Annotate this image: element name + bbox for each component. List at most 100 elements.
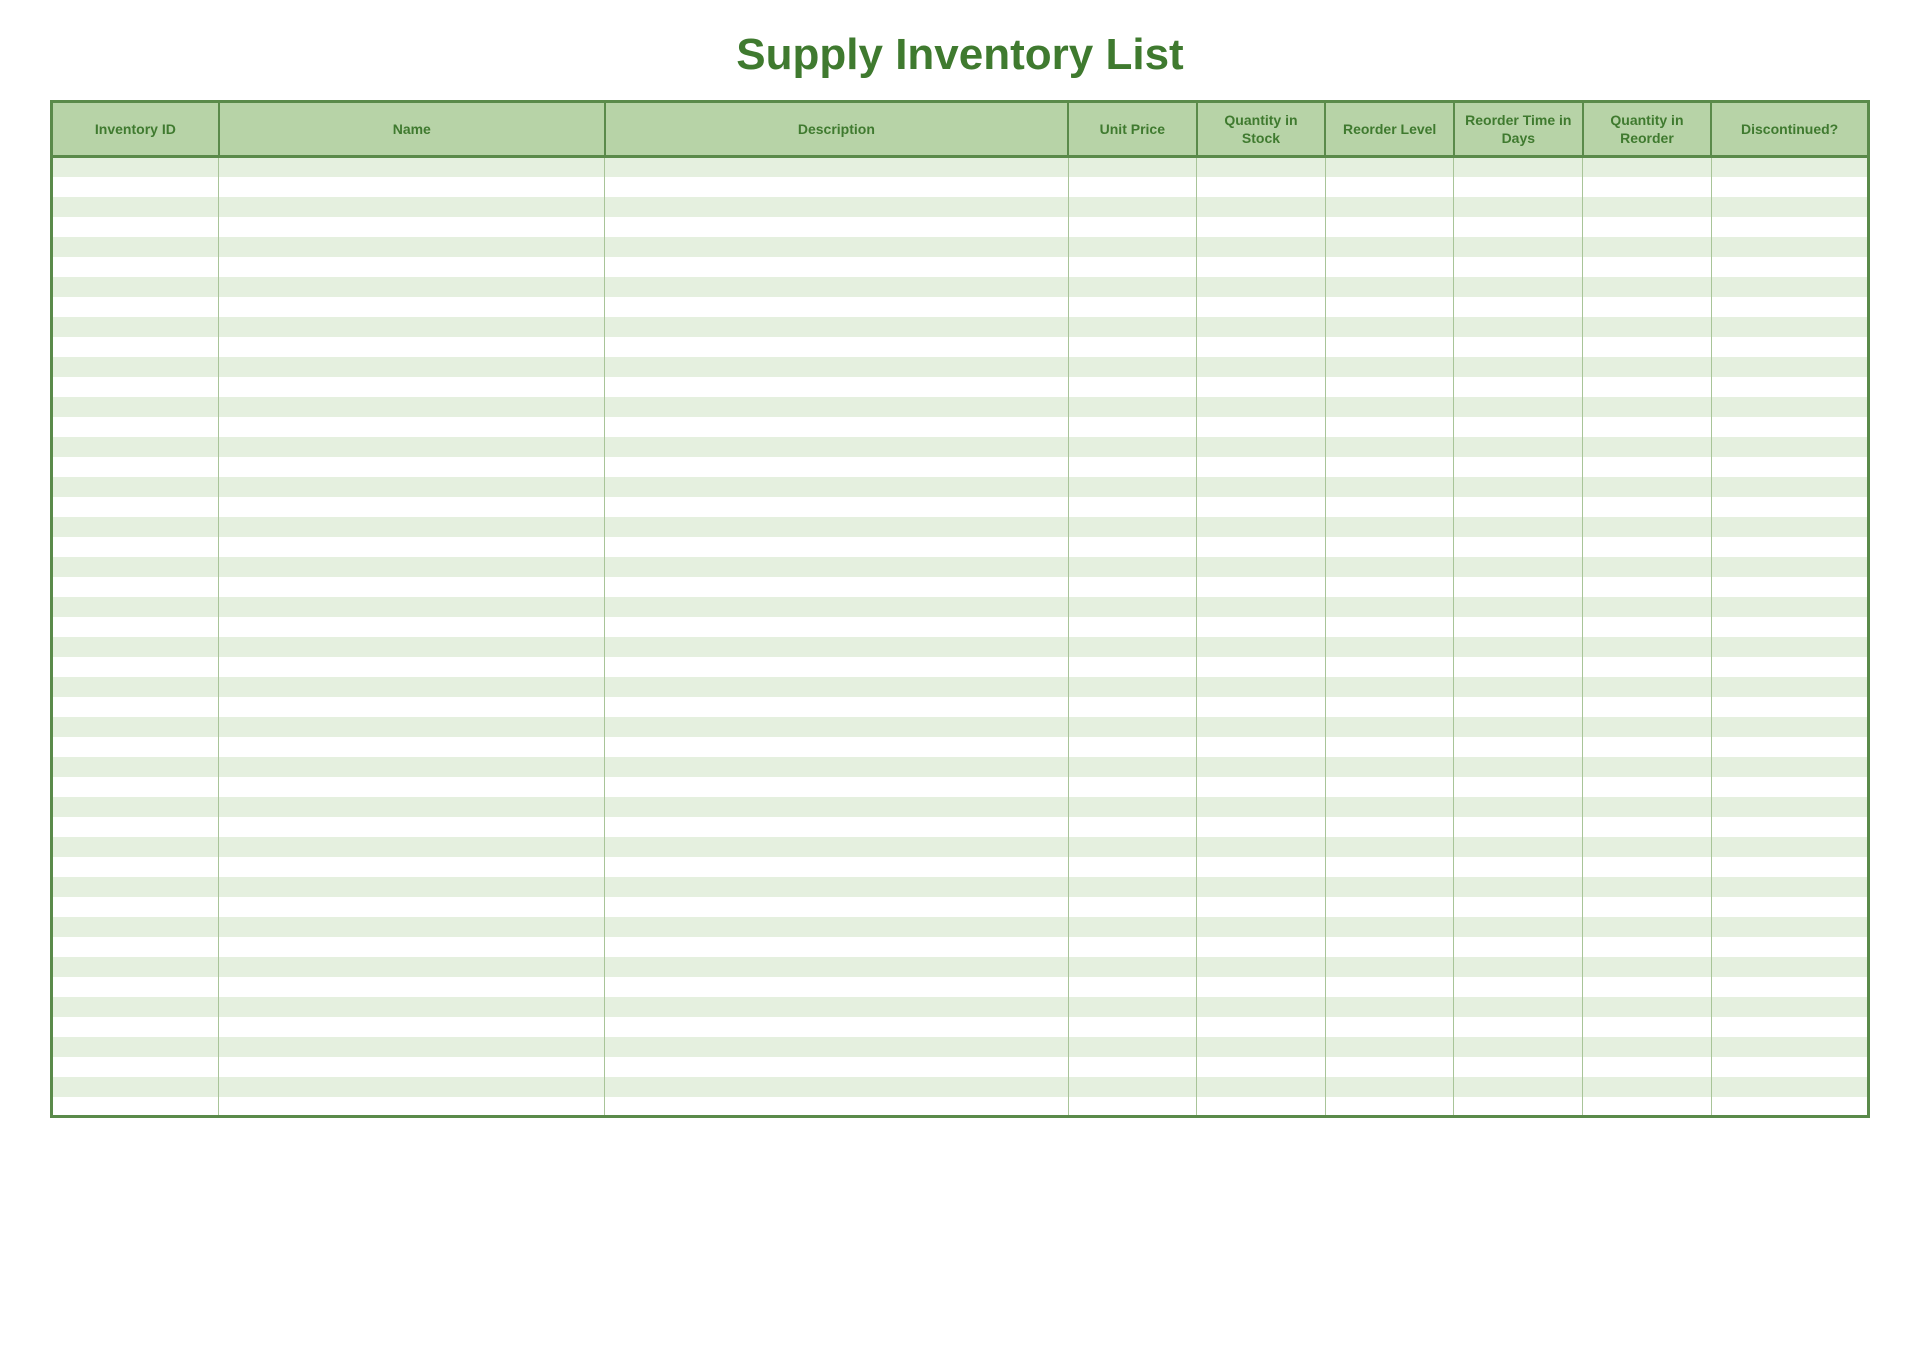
table-cell[interactable] [1583, 977, 1712, 997]
table-cell[interactable] [1325, 177, 1454, 197]
table-cell[interactable] [219, 1097, 605, 1117]
table-cell[interactable] [605, 277, 1068, 297]
table-cell[interactable] [219, 317, 605, 337]
table-cell[interactable] [1583, 817, 1712, 837]
table-cell[interactable] [605, 817, 1068, 837]
table-cell[interactable] [605, 1057, 1068, 1077]
table-cell[interactable] [219, 677, 605, 697]
table-cell[interactable] [1583, 357, 1712, 377]
table-cell[interactable] [219, 757, 605, 777]
table-cell[interactable] [605, 397, 1068, 417]
table-cell[interactable] [1583, 377, 1712, 397]
table-cell[interactable] [1711, 157, 1868, 177]
table-cell[interactable] [1197, 397, 1326, 417]
table-cell[interactable] [1454, 1097, 1583, 1117]
table-cell[interactable] [1197, 957, 1326, 977]
table-cell[interactable] [219, 377, 605, 397]
table-cell[interactable] [1325, 677, 1454, 697]
table-cell[interactable] [219, 917, 605, 937]
table-cell[interactable] [605, 677, 1068, 697]
table-cell[interactable] [605, 597, 1068, 617]
table-cell[interactable] [1583, 1037, 1712, 1057]
table-cell[interactable] [219, 197, 605, 217]
table-cell[interactable] [1454, 157, 1583, 177]
table-cell[interactable] [1583, 157, 1712, 177]
table-cell[interactable] [1068, 957, 1197, 977]
table-cell[interactable] [1454, 717, 1583, 737]
table-cell[interactable] [1454, 817, 1583, 837]
table-cell[interactable] [52, 177, 219, 197]
table-cell[interactable] [1711, 477, 1868, 497]
table-cell[interactable] [1068, 517, 1197, 537]
table-cell[interactable] [1454, 337, 1583, 357]
table-cell[interactable] [1583, 317, 1712, 337]
table-cell[interactable] [605, 1017, 1068, 1037]
table-cell[interactable] [605, 617, 1068, 637]
table-cell[interactable] [1197, 637, 1326, 657]
table-cell[interactable] [1583, 997, 1712, 1017]
table-cell[interactable] [1583, 1057, 1712, 1077]
table-cell[interactable] [219, 797, 605, 817]
table-cell[interactable] [1711, 317, 1868, 337]
table-cell[interactable] [1583, 777, 1712, 797]
table-cell[interactable] [1454, 537, 1583, 557]
table-cell[interactable] [52, 397, 219, 417]
table-cell[interactable] [52, 257, 219, 277]
table-cell[interactable] [1583, 1097, 1712, 1117]
table-cell[interactable] [1711, 697, 1868, 717]
table-cell[interactable] [1197, 257, 1326, 277]
table-cell[interactable] [219, 417, 605, 437]
table-cell[interactable] [605, 877, 1068, 897]
table-cell[interactable] [219, 777, 605, 797]
table-cell[interactable] [605, 477, 1068, 497]
table-cell[interactable] [1711, 557, 1868, 577]
table-cell[interactable] [219, 937, 605, 957]
table-cell[interactable] [1711, 1057, 1868, 1077]
table-cell[interactable] [52, 577, 219, 597]
table-cell[interactable] [1583, 457, 1712, 477]
table-cell[interactable] [1197, 437, 1326, 457]
table-cell[interactable] [1325, 517, 1454, 537]
table-cell[interactable] [219, 277, 605, 297]
table-cell[interactable] [52, 537, 219, 557]
table-cell[interactable] [1454, 217, 1583, 237]
table-cell[interactable] [1325, 377, 1454, 397]
table-cell[interactable] [1197, 157, 1326, 177]
table-cell[interactable] [1583, 417, 1712, 437]
table-cell[interactable] [1325, 537, 1454, 557]
table-cell[interactable] [1197, 737, 1326, 757]
table-cell[interactable] [52, 517, 219, 537]
table-cell[interactable] [1711, 877, 1868, 897]
table-cell[interactable] [1454, 557, 1583, 577]
table-cell[interactable] [605, 417, 1068, 437]
table-cell[interactable] [605, 457, 1068, 477]
table-cell[interactable] [1197, 597, 1326, 617]
table-cell[interactable] [1454, 677, 1583, 697]
table-cell[interactable] [1454, 1017, 1583, 1037]
table-cell[interactable] [605, 857, 1068, 877]
table-cell[interactable] [1711, 377, 1868, 397]
table-cell[interactable] [1583, 917, 1712, 937]
table-cell[interactable] [1583, 797, 1712, 817]
table-cell[interactable] [52, 837, 219, 857]
table-cell[interactable] [219, 217, 605, 237]
table-cell[interactable] [1325, 437, 1454, 457]
table-cell[interactable] [219, 897, 605, 917]
table-cell[interactable] [52, 317, 219, 337]
table-cell[interactable] [1583, 577, 1712, 597]
table-cell[interactable] [1325, 237, 1454, 257]
table-cell[interactable] [1711, 1017, 1868, 1037]
table-cell[interactable] [1325, 997, 1454, 1017]
table-cell[interactable] [1583, 537, 1712, 557]
table-cell[interactable] [52, 417, 219, 437]
table-cell[interactable] [1325, 357, 1454, 377]
table-cell[interactable] [1583, 257, 1712, 277]
table-cell[interactable] [1454, 197, 1583, 217]
table-cell[interactable] [1325, 717, 1454, 737]
table-cell[interactable] [52, 157, 219, 177]
table-cell[interactable] [1197, 377, 1326, 397]
table-cell[interactable] [1325, 817, 1454, 837]
table-cell[interactable] [1454, 957, 1583, 977]
table-cell[interactable] [1068, 657, 1197, 677]
table-cell[interactable] [1454, 417, 1583, 437]
